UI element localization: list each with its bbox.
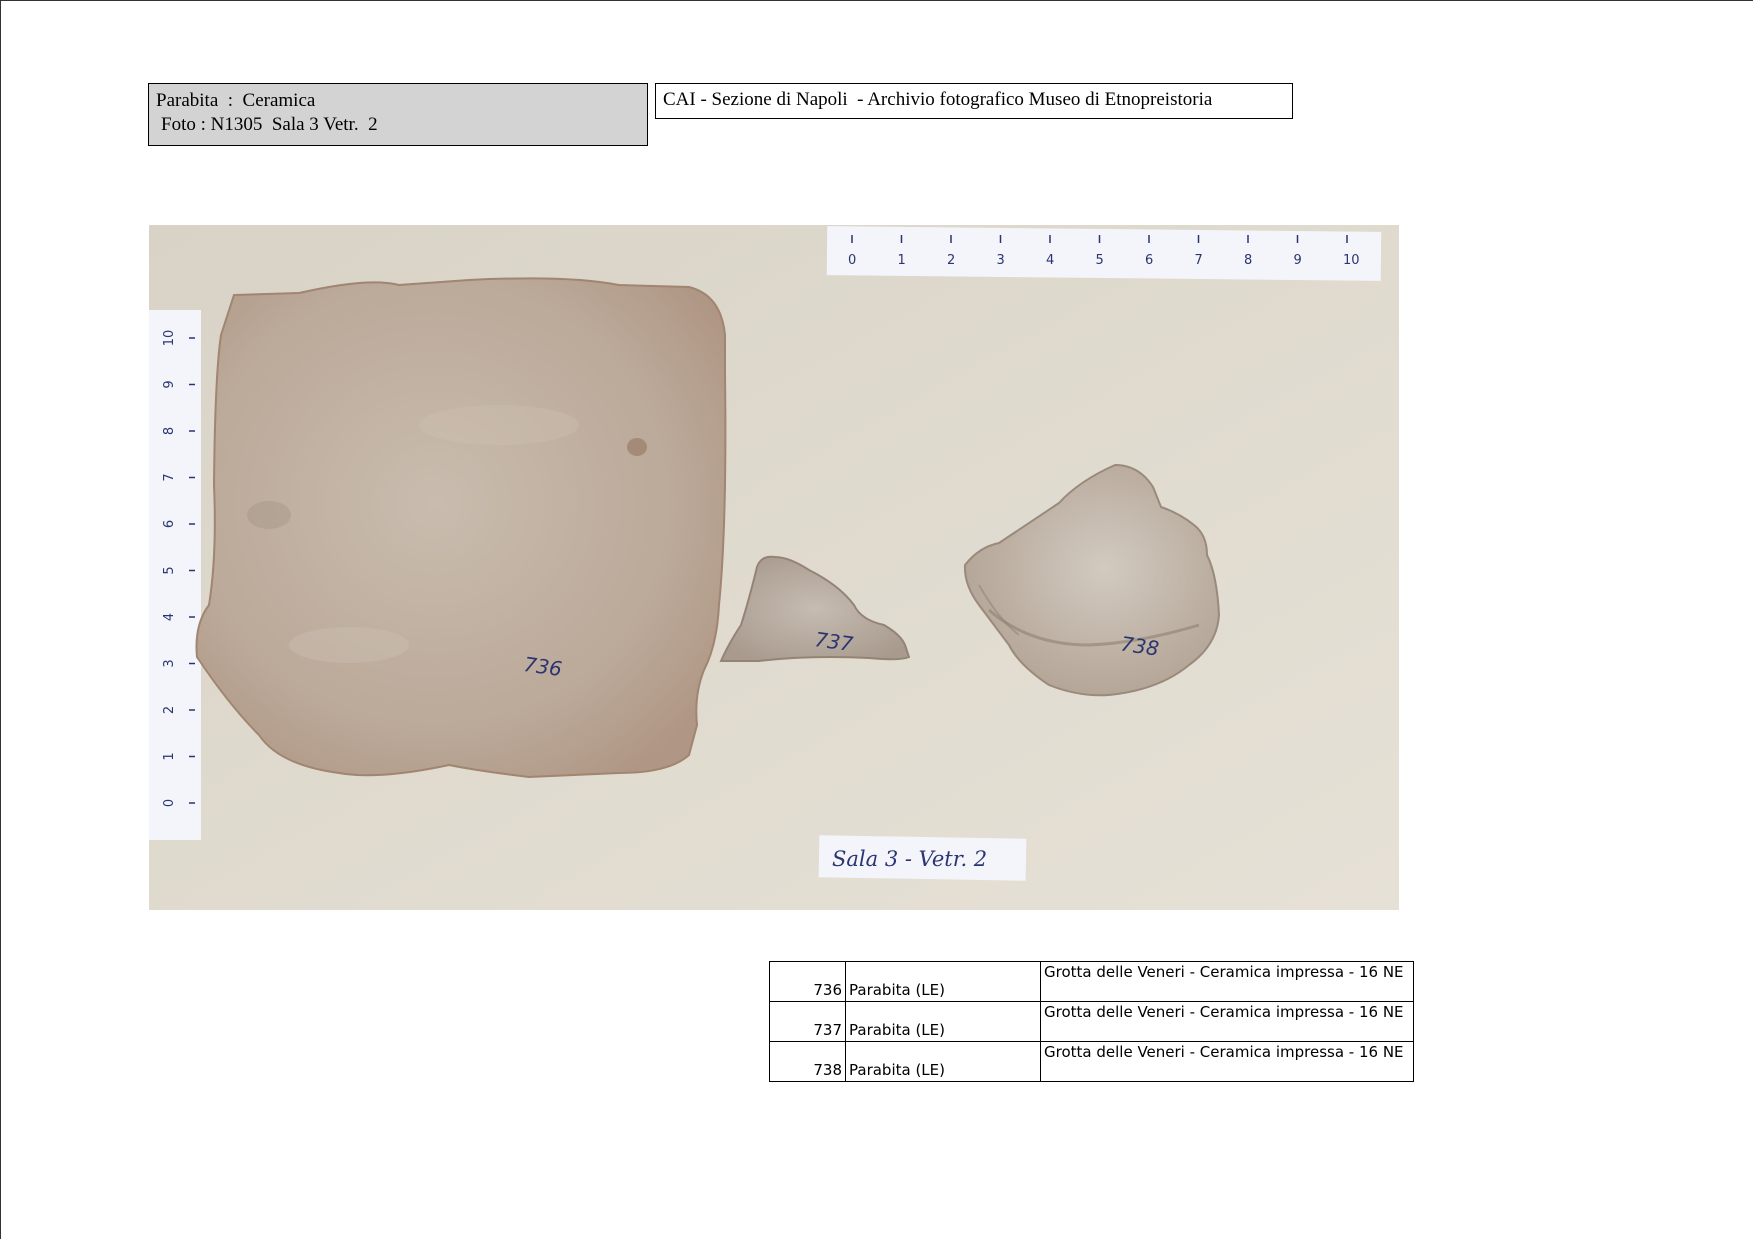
left-ruler-tick-label: 6	[162, 520, 177, 528]
case-card: Sala 3 - Vetr. 2	[818, 835, 1027, 881]
top-ruler-tick-label: 2	[947, 253, 955, 268]
catalog-number: 738	[769, 1041, 846, 1082]
left-ruler-tick-label: 3	[162, 659, 177, 667]
top-ruler-tick-label: 4	[1046, 253, 1054, 268]
catalog-table: 736 Parabita (LE) Grotta delle Veneri - Ce…	[769, 961, 1414, 1082]
catalog-description: Grotta delle Veneri - Ceramica impressa …	[1040, 961, 1414, 1002]
top-ruler-tick-label: 5	[1096, 253, 1104, 268]
left-ruler-tick-label: 10	[162, 330, 177, 347]
catalog-row: 737 Parabita (LE) Grotta delle Veneri - Ce…	[769, 1001, 1414, 1042]
top-ruler-tick-label: 8	[1244, 253, 1252, 268]
catalog-description: Grotta delle Veneri - Ceramica impressa …	[1040, 1001, 1414, 1042]
top-ruler-tick-label: 10	[1343, 253, 1360, 268]
catalog-row: 738 Parabita (LE) Grotta delle Veneri - Ce…	[769, 1041, 1414, 1082]
artifact-photo: 0 1 2 3 4 5 6 7 8 9 10 0 1 2 3 4 5 6 7 8 9 10 736 737 738	[149, 225, 1399, 910]
left-ruler-tick-label: 5	[162, 566, 177, 574]
left-ruler: 0 1 2 3 4 5 6 7 8 9 10	[149, 310, 201, 840]
catalog-place: Parabita (LE)	[845, 1001, 1041, 1042]
photo-reference: Foto : N1305 Sala 3 Vetr. 2	[161, 114, 378, 135]
top-ruler-tick-label: 3	[997, 253, 1005, 268]
left-ruler-tick-label: 9	[162, 380, 177, 388]
catalog-description: Grotta delle Veneri - Ceramica impressa …	[1040, 1041, 1414, 1082]
photo-label-box: Parabita : Ceramica Foto : N1305 Sala 3 …	[148, 83, 648, 146]
left-ruler-tick-label: 0	[162, 799, 177, 807]
top-ruler-tick-label: 0	[848, 253, 856, 268]
fragment-736: 736	[195, 277, 727, 779]
site-title: Parabita : Ceramica	[156, 90, 316, 111]
archive-label: CAI - Sezione di Napoli - Archivio fotog…	[655, 83, 1293, 119]
top-ruler-tick-label: 7	[1195, 253, 1203, 268]
catalog-number: 736	[769, 961, 846, 1002]
left-ruler-tick-label: 8	[162, 427, 177, 435]
catalog-place: Parabita (LE)	[845, 961, 1041, 1002]
case-card-text: Sala 3 - Vetr. 2	[832, 847, 987, 871]
artifact-photo-drawing: 0 1 2 3 4 5 6 7 8 9 10 012345678910 736 737 738	[149, 225, 1399, 910]
top-ruler: 0 1 2 3 4 5 6 7 8 9 10	[826, 226, 1382, 281]
left-ruler-tick-label: 2	[162, 706, 177, 714]
catalog-place: Parabita (LE)	[845, 1041, 1041, 1082]
catalog-number: 737	[769, 1001, 846, 1042]
left-ruler-tick-label: 4	[162, 613, 177, 621]
left-ruler-tick-label: 7	[162, 473, 177, 481]
top-ruler-tick-label: 9	[1294, 253, 1302, 268]
left-ruler-tick-label: 1	[162, 752, 177, 760]
catalog-row: 736 Parabita (LE) Grotta delle Veneri - Ce…	[769, 961, 1414, 1002]
top-ruler-tick-label: 1	[898, 253, 906, 268]
top-ruler-tick-label: 6	[1145, 253, 1153, 268]
